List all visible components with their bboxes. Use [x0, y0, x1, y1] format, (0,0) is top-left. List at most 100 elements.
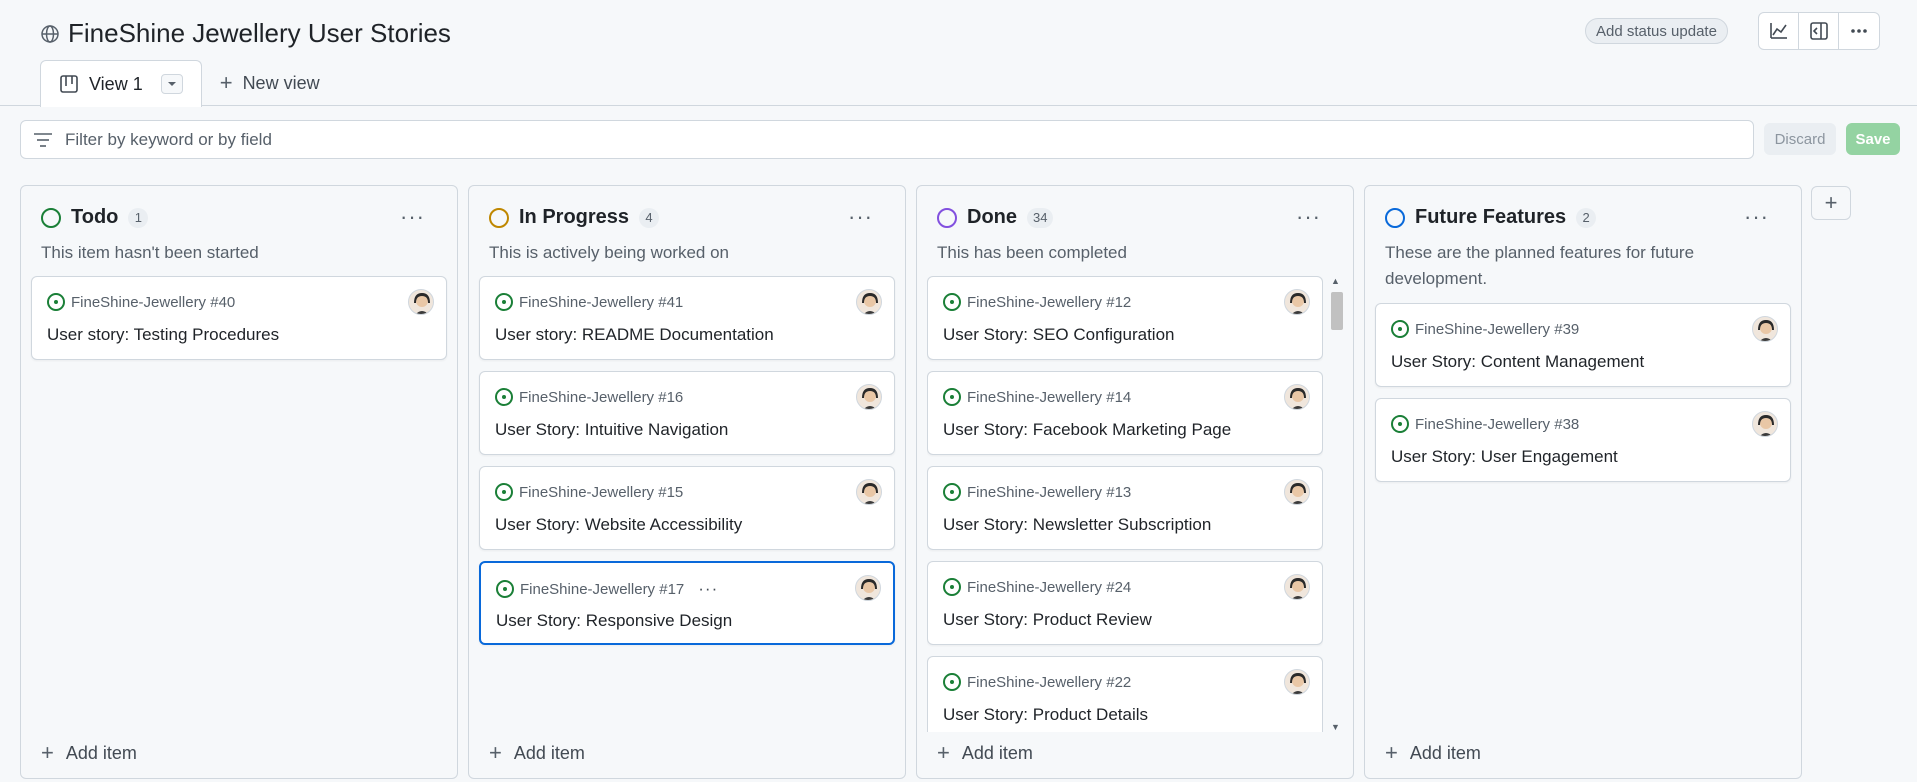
issue-card[interactable]: FineShine-Jewellery #13 User Story: News…	[927, 466, 1323, 550]
card-repo-label[interactable]: FineShine-Jewellery #22	[967, 674, 1131, 691]
issue-card[interactable]: FineShine-Jewellery #15 User Story: Webs…	[479, 466, 895, 550]
card-title[interactable]: User Story: User Engagement	[1391, 447, 1618, 467]
filter-icon	[34, 132, 52, 147]
avatar[interactable]	[1284, 384, 1310, 410]
avatar-image	[1290, 578, 1306, 599]
avatar[interactable]	[856, 479, 882, 505]
card-repo-label[interactable]: FineShine-Jewellery #24	[967, 579, 1131, 596]
card-title[interactable]: User story: Testing Procedures	[47, 325, 279, 345]
scroll-thumb[interactable]	[1331, 292, 1343, 330]
board-icon	[60, 75, 78, 93]
filter-placeholder: Filter by keyword or by field	[65, 129, 272, 149]
card-title[interactable]: User Story: Content Management	[1391, 352, 1644, 372]
issue-card[interactable]: FineShine-Jewellery #41 User story: READ…	[479, 276, 895, 360]
column-scrollbar[interactable]: ▲ ▼	[1329, 276, 1343, 732]
issue-card[interactable]: FineShine-Jewellery #16 User Story: Intu…	[479, 371, 895, 455]
issue-card[interactable]: FineShine-Jewellery #22 User Story: Prod…	[927, 656, 1323, 732]
issue-open-icon	[1391, 415, 1409, 433]
column-menu-button[interactable]: ···	[848, 204, 873, 230]
avatar[interactable]	[1752, 316, 1778, 342]
card-repo-label[interactable]: FineShine-Jewellery #40	[71, 294, 235, 311]
card-repo-label[interactable]: FineShine-Jewellery #14	[967, 389, 1131, 406]
avatar[interactable]	[1752, 411, 1778, 437]
discard-button[interactable]: Discard	[1764, 123, 1836, 155]
project-header: FineShine Jewellery User Stories Add sta…	[0, 0, 1917, 107]
card-title[interactable]: User Story: SEO Configuration	[943, 325, 1174, 345]
avatar[interactable]	[1284, 289, 1310, 315]
card-list: FineShine-Jewellery #12 User Story: SEO …	[927, 276, 1323, 732]
insights-button[interactable]	[1759, 13, 1799, 49]
avatar-image	[1290, 673, 1306, 694]
card-repo: FineShine-Jewellery #39	[1391, 320, 1579, 338]
issue-card[interactable]: FineShine-Jewellery #24 User Story: Prod…	[927, 561, 1323, 645]
column-count: 4	[639, 207, 660, 228]
card-title[interactable]: User Story: Newsletter Subscription	[943, 515, 1211, 535]
card-title[interactable]: User Story: Responsive Design	[496, 611, 732, 631]
avatar-image	[1290, 293, 1306, 314]
more-options-button[interactable]	[1839, 13, 1879, 49]
add-item-button[interactable]: + Add item	[1385, 740, 1481, 766]
add-item-button[interactable]: + Add item	[489, 740, 585, 766]
column-description: This item hasn't been started	[41, 243, 259, 262]
card-title[interactable]: User Story: Product Details	[943, 705, 1148, 725]
card-repo: FineShine-Jewellery #15	[495, 483, 683, 501]
card-repo: FineShine-Jewellery #41	[495, 293, 683, 311]
card-list: FineShine-Jewellery #41 User story: READ…	[479, 276, 895, 656]
plus-icon: +	[489, 740, 502, 765]
column-menu-button[interactable]: ···	[1744, 204, 1769, 230]
scroll-up-arrow-icon[interactable]: ▲	[1331, 276, 1340, 286]
scroll-down-arrow-icon[interactable]: ▼	[1331, 722, 1340, 732]
issue-card[interactable]: FineShine-Jewellery #40 User story: Test…	[31, 276, 447, 360]
card-title[interactable]: User Story: Intuitive Navigation	[495, 420, 728, 440]
issue-card[interactable]: FineShine-Jewellery #38 User Story: User…	[1375, 398, 1791, 482]
issue-card[interactable]: FineShine-Jewellery #39 User Story: Cont…	[1375, 303, 1791, 387]
column-description: These are the planned features for futur…	[1385, 243, 1695, 288]
add-status-update-button[interactable]: Add status update	[1585, 18, 1728, 44]
side-panel-button[interactable]	[1799, 13, 1839, 49]
avatar-image	[1290, 483, 1306, 504]
tab-view-1[interactable]: View 1	[40, 60, 202, 107]
avatar[interactable]	[1284, 669, 1310, 695]
card-title[interactable]: User Story: Facebook Marketing Page	[943, 420, 1231, 440]
status-circle-icon	[41, 207, 61, 228]
issue-open-icon	[943, 388, 961, 406]
new-view-button[interactable]: + New view	[202, 60, 338, 106]
avatar[interactable]	[856, 384, 882, 410]
avatar-image	[414, 293, 430, 314]
filter-input[interactable]: Filter by keyword or by field	[20, 120, 1754, 159]
add-column-button[interactable]: +	[1811, 186, 1851, 220]
view-options-button[interactable]	[160, 74, 183, 94]
card-menu-button[interactable]: ···	[698, 579, 718, 599]
column-header: Done 34	[937, 206, 1054, 229]
column-header: Future Features 2	[1385, 206, 1597, 229]
card-title[interactable]: User Story: Product Review	[943, 610, 1152, 630]
triangle-down-icon	[167, 82, 176, 86]
card-title[interactable]: User story: README Documentation	[495, 325, 774, 345]
card-repo-label[interactable]: FineShine-Jewellery #17	[520, 581, 684, 598]
column-menu-button[interactable]: ···	[400, 204, 425, 230]
avatar[interactable]	[408, 289, 434, 315]
card-repo-label[interactable]: FineShine-Jewellery #16	[519, 389, 683, 406]
card-title[interactable]: User Story: Website Accessibility	[495, 515, 742, 535]
card-repo-label[interactable]: FineShine-Jewellery #13	[967, 484, 1131, 501]
card-repo-label[interactable]: FineShine-Jewellery #12	[967, 294, 1131, 311]
card-repo-label[interactable]: FineShine-Jewellery #41	[519, 294, 683, 311]
save-button[interactable]: Save	[1846, 123, 1900, 155]
column-header: In Progress 4	[489, 206, 660, 229]
issue-card-selected[interactable]: FineShine-Jewellery #17 ··· User Story: R…	[479, 561, 895, 645]
page-title: FineShine Jewellery User Stories	[68, 18, 451, 48]
add-item-button[interactable]: + Add item	[937, 740, 1033, 766]
issue-card[interactable]: FineShine-Jewellery #12 User Story: SEO …	[927, 276, 1323, 360]
avatar[interactable]	[1284, 479, 1310, 505]
avatar-image	[1758, 415, 1774, 436]
card-repo-label[interactable]: FineShine-Jewellery #15	[519, 484, 683, 501]
column-in-progress: In Progress 4 ··· This is actively being…	[468, 185, 906, 779]
column-menu-button[interactable]: ···	[1296, 204, 1321, 230]
issue-card[interactable]: FineShine-Jewellery #14 User Story: Face…	[927, 371, 1323, 455]
card-repo-label[interactable]: FineShine-Jewellery #38	[1415, 416, 1579, 433]
card-repo-label[interactable]: FineShine-Jewellery #39	[1415, 321, 1579, 338]
add-item-button[interactable]: + Add item	[41, 740, 137, 766]
avatar[interactable]	[1284, 574, 1310, 600]
avatar[interactable]	[855, 575, 881, 601]
avatar[interactable]	[856, 289, 882, 315]
